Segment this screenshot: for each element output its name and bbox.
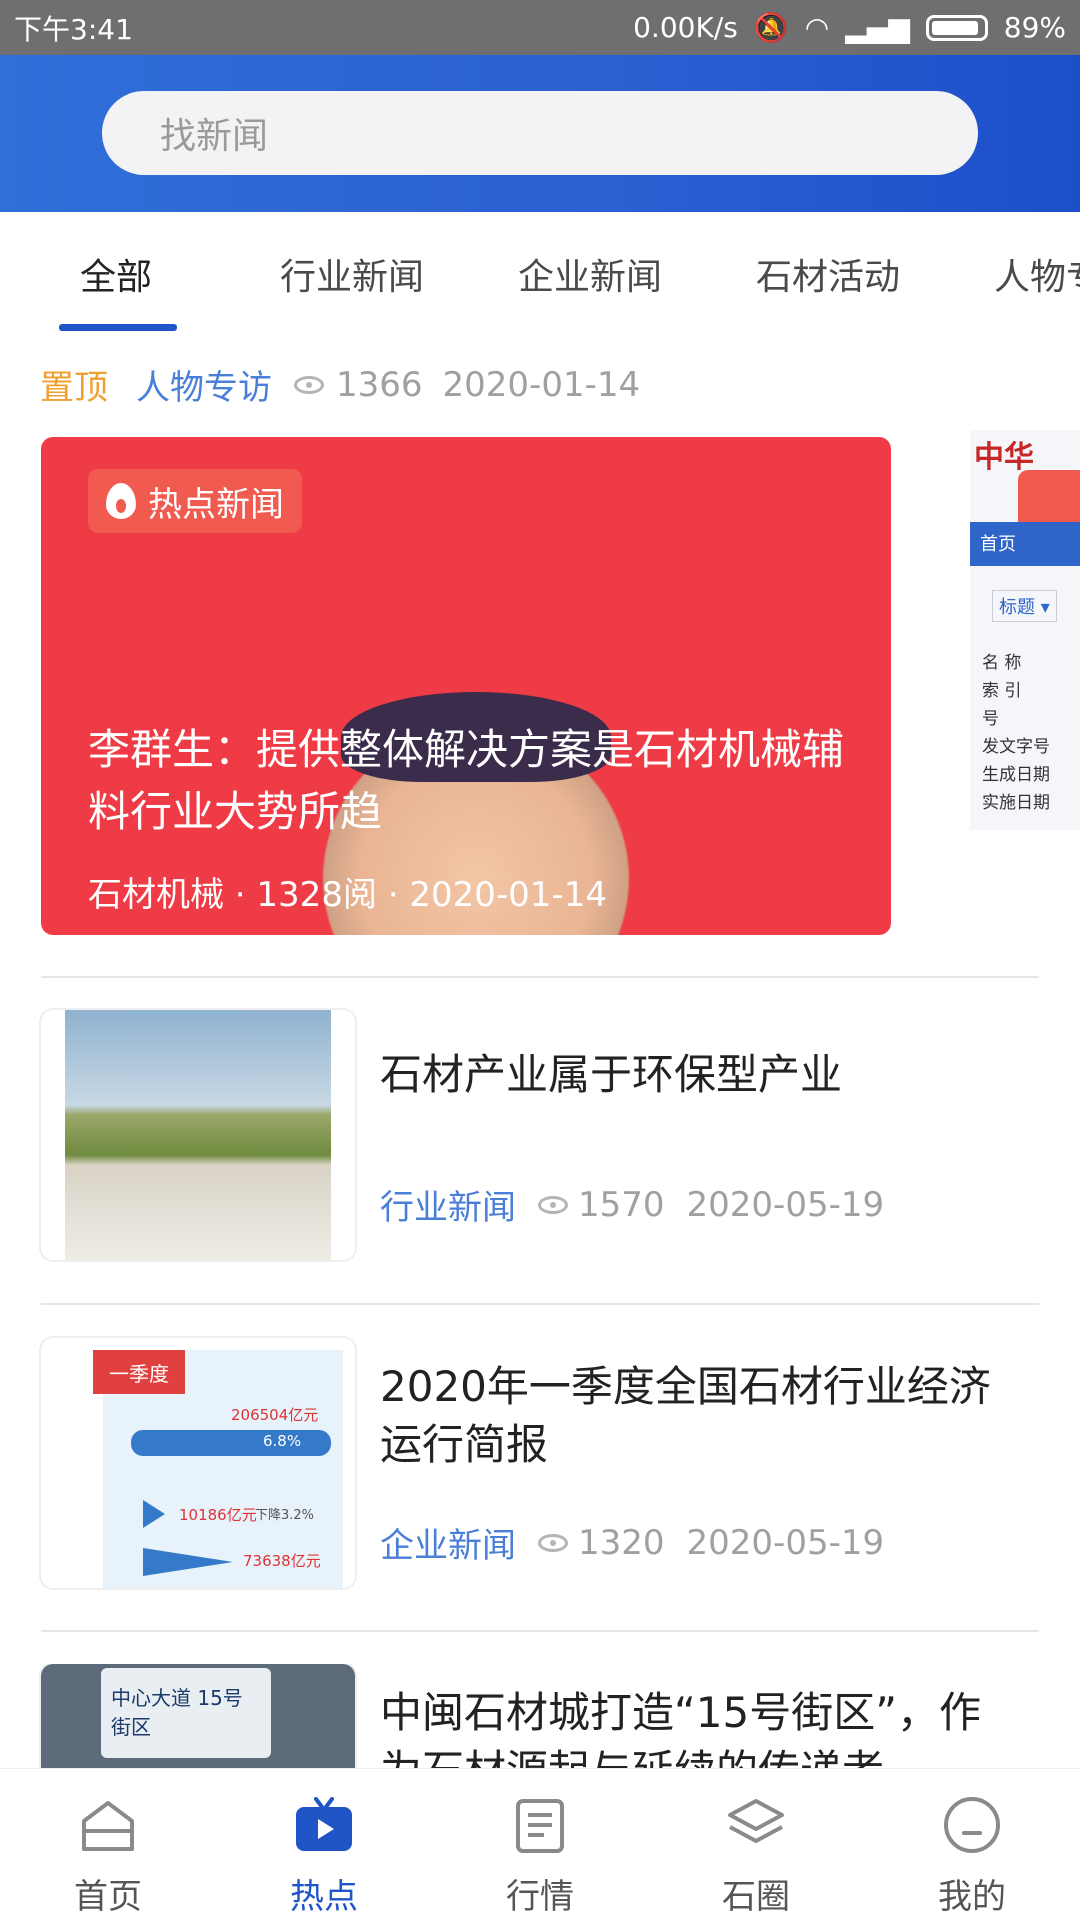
nav-circle[interactable]: 石圈 xyxy=(648,1769,864,1921)
list-item[interactable]: 一季度 206504亿元 6.8% 10186亿元 下降3.2% 73638亿元… xyxy=(0,1338,1080,1598)
hot-news-badge: 热点新闻 xyxy=(88,469,302,533)
divider xyxy=(41,1630,1039,1632)
wifi-icon: ◠ xyxy=(804,11,830,44)
pinned-date: 2020-01-14 xyxy=(442,364,641,405)
pinned-meta[interactable]: 置顶 人物专访 1366 2020-01-14 xyxy=(40,360,640,409)
battery-percent: 89% xyxy=(1003,11,1066,44)
thumbnail-value: 73638亿元 xyxy=(243,1552,321,1570)
tab-company-news[interactable]: 企业新闻 xyxy=(518,248,662,300)
tab-industry-news[interactable]: 行业新闻 xyxy=(280,248,424,300)
hero-title: 李群生：提供整体解决方案是石材机械辅料行业大势所趋 xyxy=(88,725,845,836)
hot-news-label: 热点新闻 xyxy=(148,484,284,525)
article-thumbnail: 中心大道 15号街区 xyxy=(41,1664,355,1768)
status-bar: 下午3:41 0.00K/s 🔕 ◠ ▂▄▆ 89% xyxy=(0,0,1080,55)
thumbnail-value: 206504亿元 xyxy=(231,1406,319,1424)
header: 找新闻 xyxy=(0,55,1080,212)
tab-all[interactable]: 全部 xyxy=(80,248,152,300)
nav-home-label: 首页 xyxy=(74,1877,142,1917)
thumbnail-value: 10186亿元 xyxy=(179,1506,257,1524)
nav-market-label: 行情 xyxy=(506,1877,574,1917)
divider xyxy=(41,1303,1039,1305)
profile-icon xyxy=(944,1797,1000,1853)
status-time: 下午3:41 xyxy=(14,12,133,46)
tab-indicator xyxy=(59,324,177,331)
article-category: 行业新闻 xyxy=(380,1188,516,1228)
tab-stone-events[interactable]: 石材活动 xyxy=(756,248,900,300)
search-placeholder: 找新闻 xyxy=(160,116,269,157)
category-tabs: 全部 行业新闻 企业新闻 石材活动 人物专 xyxy=(0,212,1080,332)
hero-news-card[interactable]: 热点新闻 李群生：提供整体解决方案是石材机械辅料行业大势所趋 石材机械 · 13… xyxy=(41,437,891,935)
home-icon xyxy=(82,1801,134,1851)
nav-home[interactable]: 首页 xyxy=(0,1769,216,1921)
nav-mine[interactable]: 我的 xyxy=(864,1769,1080,1921)
eye-icon xyxy=(294,375,324,394)
nav-hot-label: 热点 xyxy=(290,1877,358,1917)
article-date: 2020-05-19 xyxy=(686,1184,885,1225)
peek-nav: 首页 xyxy=(980,534,1016,555)
battery-icon xyxy=(925,14,988,41)
article-category: 企业新闻 xyxy=(380,1526,516,1566)
tv-icon xyxy=(296,1797,352,1851)
thumbnail-sign-text: 中心大道 15号街区 xyxy=(111,1686,243,1739)
pinned-category: 人物专访 xyxy=(136,368,272,408)
peek-filter: 标题 ▾ xyxy=(992,590,1057,622)
bottom-navigation: 首页 热点 行情 石圈 我的 xyxy=(0,1768,1080,1920)
article-thumbnail: 一季度 206504亿元 6.8% 10186亿元 下降3.2% 73638亿元 xyxy=(41,1338,355,1588)
eye-icon xyxy=(538,1533,568,1552)
peek-field: 实施日期 xyxy=(982,793,1050,813)
article-meta: 行业新闻 1570 2020-05-19 xyxy=(380,1180,884,1229)
pin-label: 置顶 xyxy=(40,368,108,408)
thumbnail-tag: 一季度 xyxy=(93,1350,185,1394)
peek-field: 发文字号 xyxy=(982,737,1050,757)
peek-field: 索 引 xyxy=(982,681,1022,701)
thumbnail-value: 6.8% xyxy=(263,1432,302,1450)
article-date: 2020-05-19 xyxy=(686,1522,885,1563)
article-views: 1320 xyxy=(578,1522,665,1563)
search-input[interactable]: 找新闻 xyxy=(102,91,978,175)
hero-news-card-next[interactable]: 中华 首页 标题 ▾ 名 称 索 引 号 发文字号 生成日期 实施日期 xyxy=(970,430,1080,830)
article-meta: 企业新闻 1320 2020-05-19 xyxy=(380,1518,884,1567)
layers-icon xyxy=(728,1799,784,1843)
article-thumbnail xyxy=(41,1010,355,1260)
article-views: 1570 xyxy=(578,1184,665,1225)
document-icon xyxy=(516,1799,564,1853)
list-item[interactable]: 中心大道 15号街区 中闽石材城打造“15号街区”，作为石材源起与延续的传递者 xyxy=(0,1664,1080,1768)
list-item[interactable]: 石材产业属于环保型产业 行业新闻 1570 2020-05-19 xyxy=(0,1010,1080,1270)
nav-circle-label: 石圈 xyxy=(722,1877,790,1917)
pinned-views: 1366 xyxy=(336,364,423,405)
peek-field: 号 xyxy=(982,709,999,729)
article-title: 石材产业属于环保型产业 xyxy=(380,1050,843,1099)
network-speed: 0.00K/s xyxy=(633,11,738,44)
peek-field: 名 称 xyxy=(982,653,1022,673)
signal-icon: ▂▄▆ xyxy=(845,11,910,44)
nav-mine-label: 我的 xyxy=(938,1877,1006,1917)
hero-meta: 石材机械 · 1328阅 · 2020-01-14 xyxy=(88,875,607,915)
nav-hot[interactable]: 热点 xyxy=(216,1769,432,1921)
article-title: 2020年一季度全国石材行业经济运行简报 xyxy=(380,1362,991,1469)
peek-field: 生成日期 xyxy=(982,765,1050,785)
flame-icon xyxy=(106,483,136,519)
nav-market[interactable]: 行情 xyxy=(432,1769,648,1921)
thumbnail-value: 下降3.2% xyxy=(255,1508,315,1523)
article-title: 中闽石材城打造“15号街区”，作为石材源起与延续的传递者 xyxy=(380,1688,981,1768)
eye-icon xyxy=(538,1195,568,1214)
tab-interviews[interactable]: 人物专 xyxy=(994,248,1080,300)
mute-icon: 🔕 xyxy=(753,11,789,44)
divider xyxy=(41,976,1039,978)
